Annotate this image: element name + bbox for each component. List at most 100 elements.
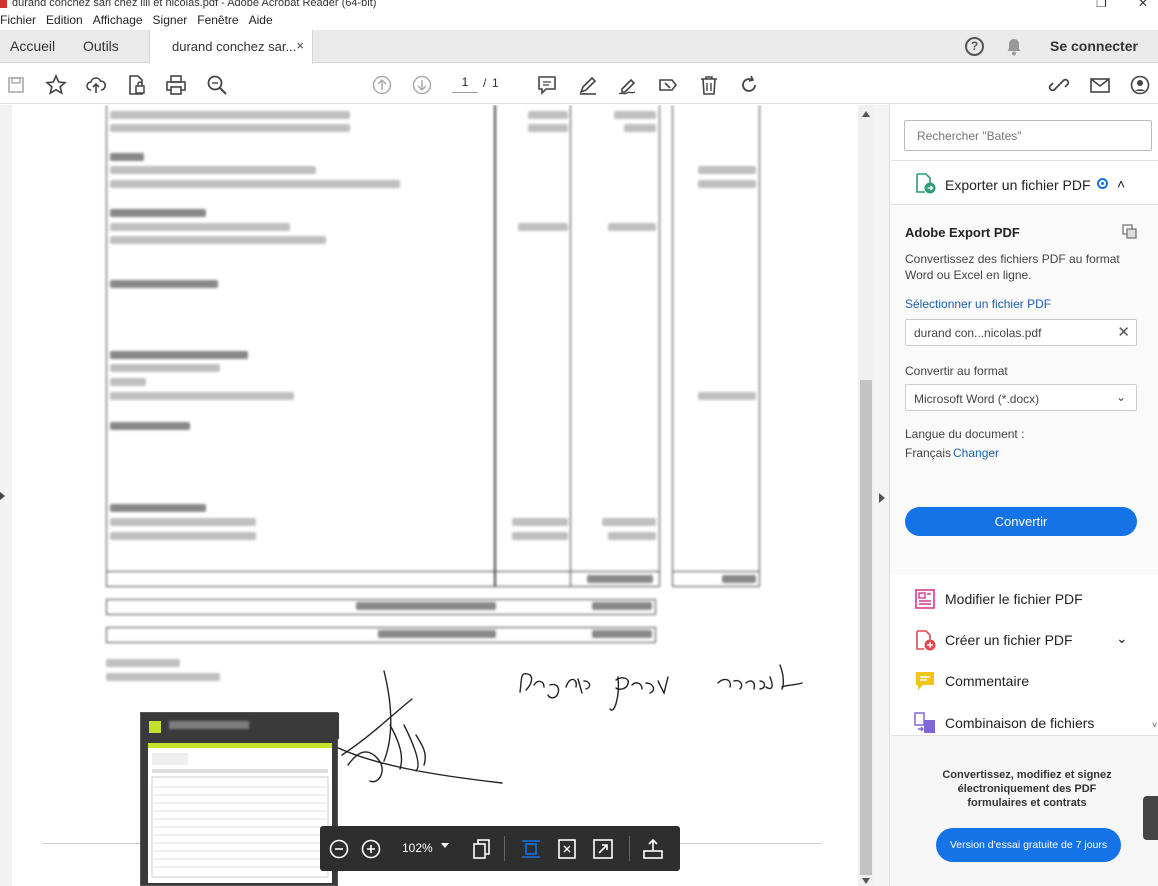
fit-width-icon[interactable] <box>520 838 542 860</box>
export-pdf-panel: Adobe Export PDF Convertissez des fichie… <box>891 205 1158 575</box>
menu-fenetre[interactable]: Fenêtre <box>197 12 244 30</box>
menu-aide[interactable]: Aide <box>249 12 279 30</box>
change-language-link[interactable]: Changer <box>953 446 999 460</box>
share-link-icon[interactable] <box>1048 74 1070 96</box>
save-icon[interactable] <box>5 74 27 96</box>
tool-create-pdf-label: Créer un fichier PDF <box>945 632 1073 648</box>
page-number-input[interactable]: 1 <box>452 75 478 93</box>
free-trial-button[interactable]: Version d'essai gratuite de 7 jours <box>936 828 1121 862</box>
help-icon[interactable]: ? <box>965 37 984 56</box>
menu-edition[interactable]: Edition <box>46 12 89 30</box>
selected-file-name: durand con...nicolas.pdf <box>914 326 1042 340</box>
thumbnail-title-blurred <box>169 721 249 729</box>
signin-button[interactable]: Se connecter <box>1050 38 1138 54</box>
document-view[interactable] <box>0 105 858 886</box>
document-language-label: Langue du document : <box>905 427 1025 441</box>
copy-icon[interactable] <box>1122 224 1137 242</box>
left-panel-toggle-icon[interactable] <box>0 492 5 500</box>
select-pdf-link[interactable]: Sélectionner un fichier PDF <box>905 297 1051 311</box>
tool-comment[interactable]: Commentaire <box>891 661 1158 701</box>
app-icon <box>149 721 161 733</box>
bates-search-input[interactable] <box>904 120 1152 151</box>
zoom-in-icon[interactable] <box>360 838 382 860</box>
export-pdf-header[interactable]: Exporter un fichier PDF ˄ <box>891 160 1158 205</box>
page-separator: / <box>483 76 487 90</box>
close-window-icon[interactable]: ✕ <box>1138 0 1148 10</box>
floating-page-toolbar: 102% <box>320 826 680 871</box>
protect-file-icon[interactable] <box>125 74 147 96</box>
scroll-up-icon[interactable] <box>862 111 870 117</box>
zoom-search-icon[interactable] <box>206 74 228 96</box>
highlight-pen-icon[interactable] <box>577 74 599 96</box>
tab-bar: Accueil Outils durand conchez sar... × ?… <box>0 30 1158 64</box>
export-pdf-title: Exporter un fichier PDF <box>945 177 1091 193</box>
tool-comment-label: Commentaire <box>945 673 1030 689</box>
promo-text: Convertissez, modifiez et signez électro… <box>942 769 1112 809</box>
print-icon[interactable] <box>165 74 187 96</box>
thumbnail-content-image <box>151 753 329 878</box>
sign-icon[interactable] <box>617 74 639 96</box>
rotate-icon[interactable] <box>738 74 760 96</box>
page-view-icon[interactable] <box>471 838 493 860</box>
chevron-up-icon[interactable]: ˄ <box>1117 176 1125 192</box>
menu-fichier[interactable]: Fichier <box>0 12 42 30</box>
pdf-page <box>12 105 858 886</box>
tab-outils[interactable]: Outils <box>83 38 119 54</box>
menu-affichage[interactable]: Affichage <box>93 12 149 30</box>
selected-file-field[interactable]: durand con...nicolas.pdf ✕ <box>905 319 1137 346</box>
info-icon[interactable] <box>1097 178 1108 189</box>
chevron-down-icon[interactable]: ⌄ <box>1116 630 1128 647</box>
share-export-icon[interactable] <box>642 838 664 860</box>
close-tab-icon[interactable]: × <box>296 38 304 53</box>
bell-icon[interactable] <box>1005 37 1023 60</box>
tools-scroll-down-icon[interactable]: ˅ <box>1152 720 1157 730</box>
menu-bar: Fichier Edition Affichage Signer Fenêtre… <box>0 12 1158 30</box>
upload-cloud-icon[interactable] <box>85 74 107 96</box>
format-dropdown[interactable]: Microsoft Word (*.docx) ⌄ <box>905 384 1137 411</box>
delete-icon[interactable] <box>698 74 720 96</box>
tab-document[interactable]: durand conchez sar... × <box>149 30 313 64</box>
handwritten-signature-image <box>331 664 803 784</box>
scroll-down-icon[interactable] <box>862 878 870 884</box>
zoom-level[interactable]: 102% <box>402 841 433 855</box>
zoom-out-icon[interactable] <box>328 838 350 860</box>
edge-app-icon[interactable] <box>1143 796 1158 840</box>
convert-format-label: Convertir au format <box>905 364 1008 378</box>
tab-accueil[interactable]: Accueil <box>10 38 55 54</box>
trial-promo: Convertissez, modifiez et signez électro… <box>891 735 1158 886</box>
create-pdf-icon <box>914 629 936 654</box>
scroll-thumb[interactable] <box>860 380 872 875</box>
tab-document-label: durand conchez sar... <box>172 39 297 54</box>
export-heading: Adobe Export PDF <box>905 225 1020 240</box>
tool-create-pdf[interactable]: Créer un fichier PDF ⌄ <box>891 620 1158 660</box>
collapse-panel-icon[interactable] <box>879 493 885 503</box>
email-icon[interactable] <box>1089 74 1111 96</box>
comment-tool-icon <box>914 670 936 695</box>
full-screen-icon[interactable] <box>592 838 614 860</box>
next-page-icon[interactable] <box>411 74 433 96</box>
taskbar-thumbnail-preview[interactable] <box>140 712 339 886</box>
document-language-value: Français <box>905 446 952 460</box>
comment-icon[interactable] <box>536 74 558 96</box>
export-pdf-icon <box>914 172 936 197</box>
clear-file-icon[interactable]: ✕ <box>1117 323 1130 341</box>
combine-files-icon <box>914 712 936 737</box>
format-value: Microsoft Word (*.docx) <box>914 392 1040 406</box>
tools-sidebar: Exporter un fichier PDF ˄ Adobe Export P… <box>891 105 1158 886</box>
fill-sign-icon[interactable] <box>657 74 679 96</box>
document-scrollbar[interactable] <box>858 105 874 886</box>
main-toolbar: 1 / 1 <box>0 64 1158 104</box>
share-user-icon[interactable] <box>1130 74 1152 96</box>
chevron-down-icon: ⌄ <box>1115 390 1126 404</box>
zoom-dropdown-icon[interactable] <box>441 843 449 848</box>
menu-signer[interactable]: Signer <box>153 12 194 30</box>
right-panel-gutter <box>874 105 890 886</box>
acrobat-logo-icon <box>0 0 7 8</box>
export-description: Convertissez des fichiers PDF au format … <box>905 252 1120 282</box>
fit-page-icon[interactable] <box>556 838 578 860</box>
previous-page-icon[interactable] <box>371 74 393 96</box>
restore-icon[interactable]: ❐ <box>1096 0 1107 10</box>
bookmark-star-icon[interactable] <box>45 74 67 96</box>
tool-edit-pdf[interactable]: Modifier le fichier PDF <box>891 579 1158 619</box>
convert-button[interactable]: Convertir <box>905 507 1137 536</box>
